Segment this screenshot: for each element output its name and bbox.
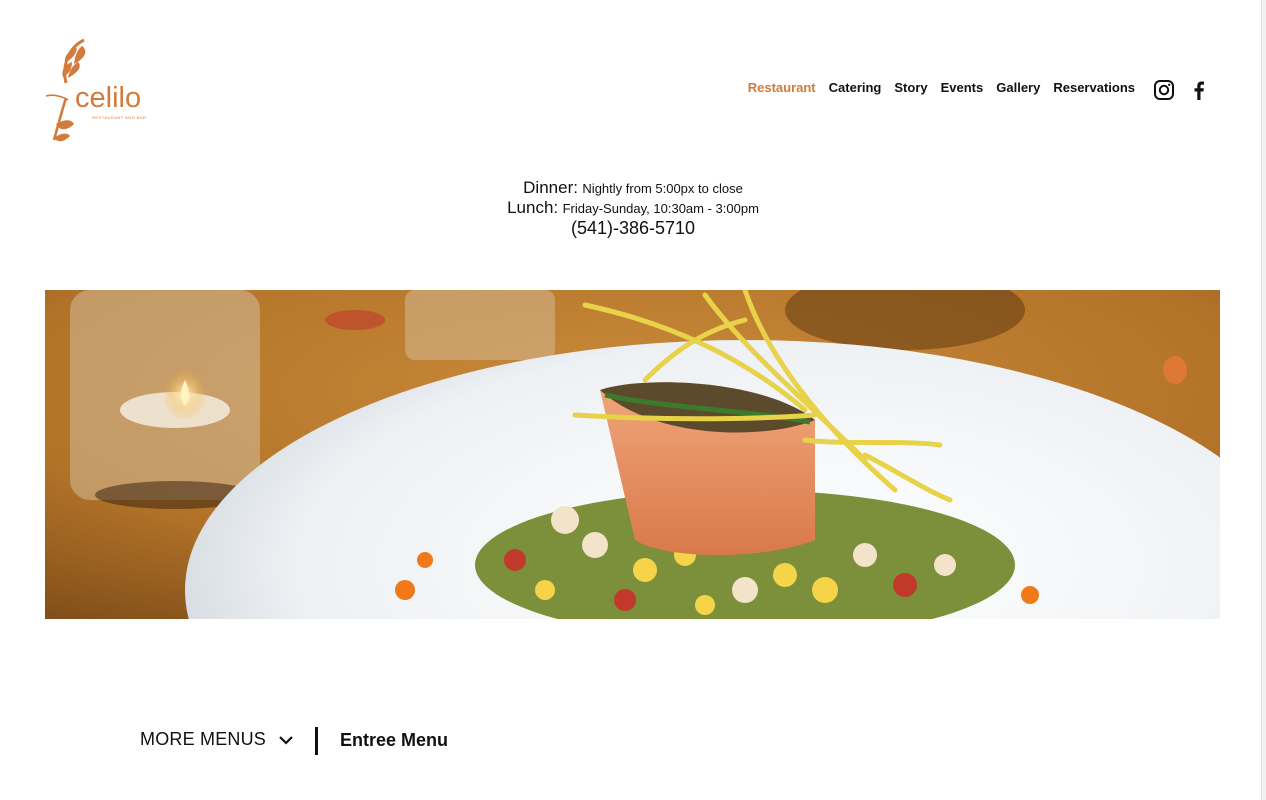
- nav-catering[interactable]: Catering: [829, 80, 882, 95]
- logo-tagline: RESTAURANT AND BAR: [92, 115, 147, 120]
- main-nav: Restaurant Catering Story Events Gallery…: [735, 80, 1135, 95]
- more-menus-label: MORE MENUS: [140, 729, 267, 749]
- more-menus-dropdown[interactable]: MORE MENUS: [140, 729, 294, 750]
- hero-image: [45, 290, 1220, 619]
- dinner-label: Dinner:: [523, 178, 578, 197]
- nav-reservations[interactable]: Reservations: [1053, 80, 1135, 95]
- menu-divider: [315, 727, 318, 755]
- chevron-down-icon: [279, 735, 293, 745]
- logo-wordmark: celilo: [75, 82, 142, 114]
- instagram-icon[interactable]: [1153, 79, 1175, 101]
- current-menu-title: Entree Menu: [340, 730, 449, 750]
- nav-events[interactable]: Events: [941, 80, 984, 95]
- nav-gallery[interactable]: Gallery: [996, 80, 1040, 95]
- hours-info: Dinner: Nightly from 5:00px to close Lun…: [0, 178, 1266, 238]
- nav-restaurant[interactable]: Restaurant: [748, 80, 816, 95]
- facebook-icon[interactable]: [1188, 79, 1210, 101]
- scrollbar[interactable]: [1261, 0, 1266, 800]
- social-links: [1153, 79, 1210, 101]
- nav-story[interactable]: Story: [894, 80, 927, 95]
- phone-number[interactable]: (541)-386-5710: [571, 218, 695, 238]
- dinner-hours: Nightly from 5:00px to close: [582, 181, 743, 196]
- lunch-label: Lunch:: [507, 198, 559, 217]
- lunch-hours: Friday-Sunday, 10:30am - 3:00pm: [562, 201, 759, 216]
- logo[interactable]: celilo RESTAURANT AND BAR: [44, 38, 152, 146]
